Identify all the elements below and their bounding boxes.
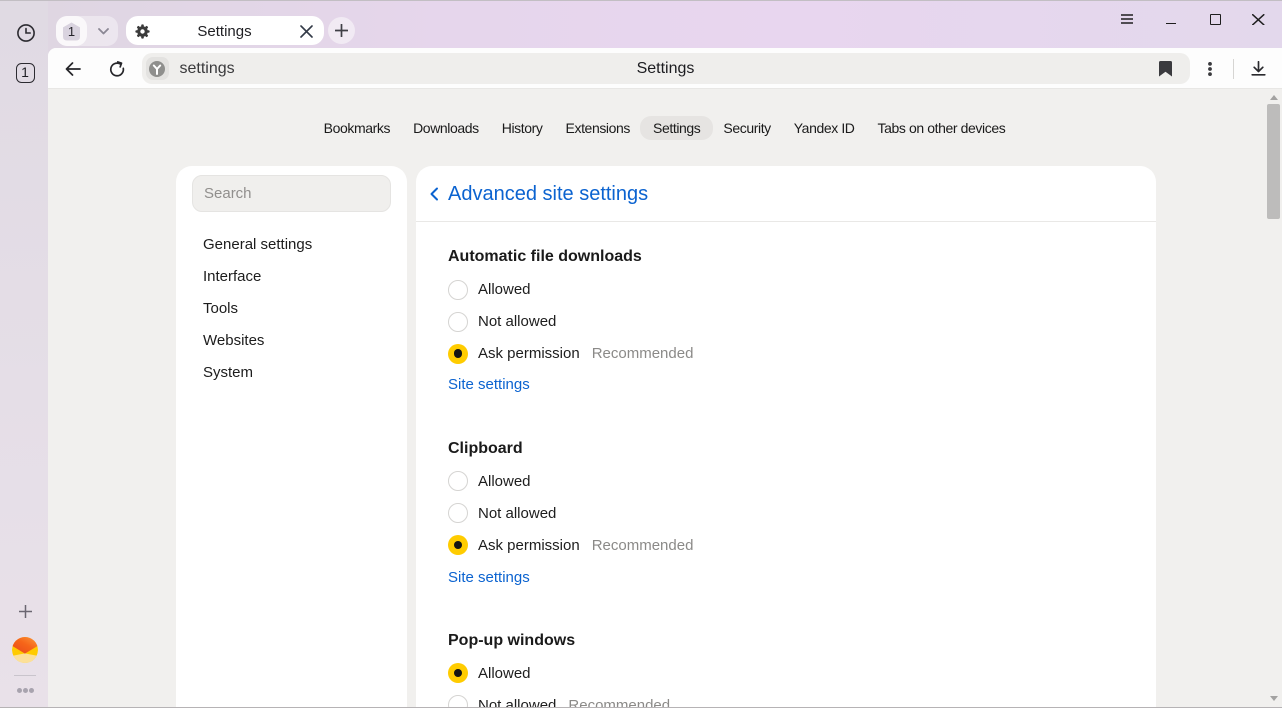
svg-text:1: 1 [68, 24, 75, 39]
